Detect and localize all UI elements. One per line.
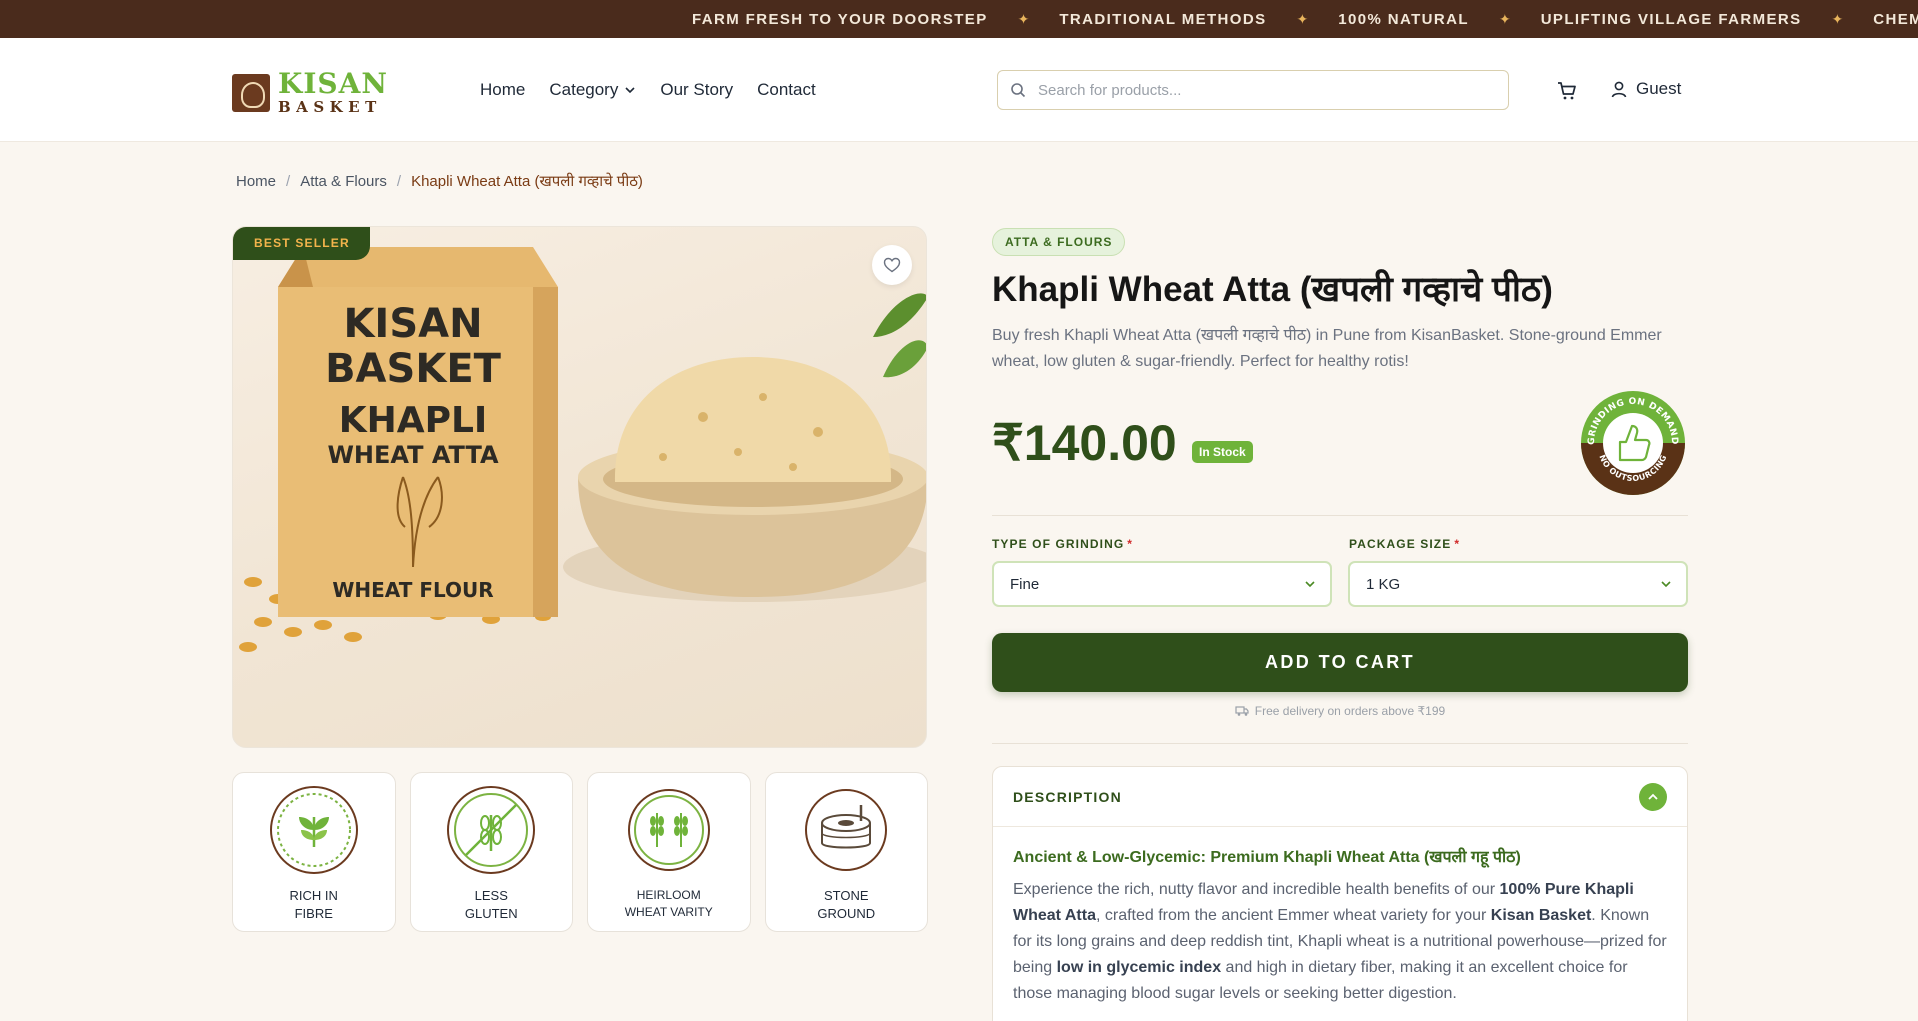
ticker-item: FARM FRESH TO YOUR DOORSTEP	[692, 10, 988, 28]
nav-contact[interactable]: Contact	[757, 80, 816, 100]
description-panel-header[interactable]: DESCRIPTION	[993, 767, 1687, 827]
search-icon	[1011, 83, 1026, 98]
nav-category[interactable]: Category	[549, 80, 636, 100]
divider	[992, 743, 1688, 744]
feature-card: STONE GROUND	[764, 772, 928, 932]
search-input[interactable]	[1038, 81, 1478, 99]
logo-line-2: BASKET	[278, 98, 382, 116]
bag-bottom-text: WHEAT FLOUR	[332, 578, 493, 602]
bag-brand-line2: BASKET	[325, 346, 502, 392]
ticker-item: TRADITIONAL METHODS	[1059, 10, 1267, 28]
feature-label-line2: GROUND	[817, 906, 876, 921]
account-label: Guest	[1636, 79, 1682, 98]
breadcrumb-home[interactable]: Home	[236, 173, 276, 190]
feature-card: HEIRLOOM WHEAT VARITY	[587, 772, 751, 932]
star-icon: ✦	[1296, 10, 1309, 27]
ticker-item: UPLIFTING VILLAGE FARMERS	[1540, 10, 1802, 28]
truck-icon	[1235, 706, 1249, 716]
ticker-item: 100% NATURAL	[1338, 10, 1469, 28]
grinding-label: TYPE OF GRINDING *	[992, 537, 1133, 551]
account-menu[interactable]: Guest	[1610, 79, 1681, 99]
feature-label-line1: RICH IN	[289, 888, 338, 903]
description-emphasis: Kisan Basket	[1490, 907, 1592, 924]
farmer-logo-icon	[232, 73, 270, 112]
breadcrumb: Home / Atta & Flours / Khapli Wheat Atta…	[236, 171, 643, 191]
nav-our-story[interactable]: Our Story	[660, 80, 733, 100]
star-icon: ✦	[1017, 10, 1030, 27]
bag-name-line1: KHAPLI	[339, 400, 488, 441]
product-short-description: Buy fresh Khapli Wheat Atta (खपली गव्हाच…	[992, 327, 1662, 370]
bag-name-line2: WHEAT ATTA	[327, 441, 499, 469]
feature-label-line1: LESS	[474, 888, 508, 903]
cart-icon[interactable]	[1556, 80, 1578, 102]
feature-label-line2: WHEAT VARITY	[624, 905, 713, 919]
feature-cards: RICH IN FIBRE LESS GLUTEN HEIRLOOM WHEAT…	[232, 772, 928, 932]
description-emphasis: low in glycemic index	[1056, 959, 1222, 976]
announcement-ticker: FARM FRESH TO YOUR DOORSTEP ✦ TRADITIONA…	[0, 0, 1918, 38]
description-heading: DESCRIPTION	[1013, 788, 1122, 805]
chevron-down-icon	[1305, 581, 1315, 588]
feature-label-line2: FIBRE	[294, 906, 333, 921]
site-header: KISAN BASKET Home Category Our Story Con…	[0, 38, 1918, 142]
description-text: , crafted from the ancient Emmer wheat v…	[1095, 907, 1491, 924]
divider	[992, 515, 1688, 516]
star-icon: ✦	[1831, 10, 1844, 27]
feature-label-line1: HEIRLOOM	[636, 888, 701, 902]
product-price: ₹140.00	[992, 415, 1177, 471]
search-box[interactable]	[997, 70, 1509, 110]
package-size-label-text: PACKAGE SIZE	[1349, 537, 1452, 551]
star-icon: ✦	[1498, 10, 1511, 27]
wishlist-button[interactable]	[872, 245, 912, 285]
breadcrumb-category[interactable]: Atta & Flours	[300, 173, 387, 190]
stone-mill-icon	[805, 789, 888, 871]
breadcrumb-separator: /	[396, 172, 402, 190]
required-marker: *	[1454, 537, 1461, 551]
package-size-select-value: 1 KG	[1366, 575, 1401, 593]
feature-card: LESS GLUTEN	[409, 772, 573, 932]
feature-card: RICH IN FIBRE	[232, 772, 396, 932]
logo-line-1: KISAN	[278, 67, 388, 100]
chevron-up-icon	[1648, 793, 1658, 800]
grinding-on-demand-seal: GRINDING ON DEMAND NO OUTSOURCING	[1581, 391, 1685, 495]
breadcrumb-separator: /	[286, 172, 291, 190]
product-photo: KISAN BASKET KHAPLI WHEAT ATTA WHEAT FLO…	[239, 247, 926, 652]
feature-label-line1: STONE	[823, 888, 869, 903]
ticker-item: CHEMIC	[1873, 10, 1918, 28]
no-gluten-icon	[447, 786, 536, 874]
package-size-label: PACKAGE SIZE *	[1349, 537, 1460, 551]
bag-brand-line1: KISAN	[343, 301, 482, 347]
description-text: Experience the rich, nutty flavor and in…	[1013, 881, 1500, 898]
collapse-toggle[interactable]	[1639, 782, 1667, 811]
free-delivery-text: Free delivery on orders above ₹199	[1254, 704, 1446, 718]
grinding-label-text: TYPE OF GRINDING	[992, 537, 1125, 551]
nav-category-label: Category	[549, 80, 619, 99]
main-nav: Home Category Our Story Contact	[480, 78, 840, 102]
chevron-down-icon	[625, 87, 635, 94]
heart-icon	[883, 257, 901, 273]
user-icon	[1611, 81, 1627, 98]
breadcrumb-current: Khapli Wheat Atta (खपली गव्हाचे पीठ)	[411, 173, 643, 190]
free-delivery-note: Free delivery on orders above ₹199	[992, 704, 1688, 718]
grinding-select[interactable]: Fine	[992, 561, 1332, 607]
add-to-cart-button[interactable]: ADD TO CART	[992, 633, 1688, 692]
grinding-select-value: Fine	[1010, 575, 1040, 593]
site-logo[interactable]: KISAN BASKET	[232, 70, 388, 115]
product-title: Khapli Wheat Atta (खपली गव्हाचे पीठ)	[992, 270, 1553, 309]
nav-home[interactable]: Home	[480, 80, 525, 100]
category-badge[interactable]: ATTA & FLOURS	[992, 228, 1126, 256]
description-body: Experience the rich, nutty flavor and in…	[1013, 877, 1667, 1007]
description-panel: DESCRIPTION Ancient & Low-Glycemic: Prem…	[992, 766, 1688, 1021]
description-subheading: Ancient & Low-Glycemic: Premium Khapli W…	[1013, 849, 1521, 866]
chevron-down-icon	[1661, 581, 1671, 588]
wheat-icon	[627, 789, 710, 871]
sprout-icon	[269, 786, 358, 874]
best-seller-badge: BEST SELLER	[233, 227, 370, 260]
package-size-select[interactable]: 1 KG	[1348, 561, 1688, 607]
product-image[interactable]: BEST SELLER KISAN BASKET KHAPLI WHEAT AT…	[232, 226, 927, 748]
stock-badge: In Stock	[1192, 441, 1253, 463]
feature-label-line2: GLUTEN	[464, 906, 518, 921]
required-marker: *	[1127, 537, 1134, 551]
